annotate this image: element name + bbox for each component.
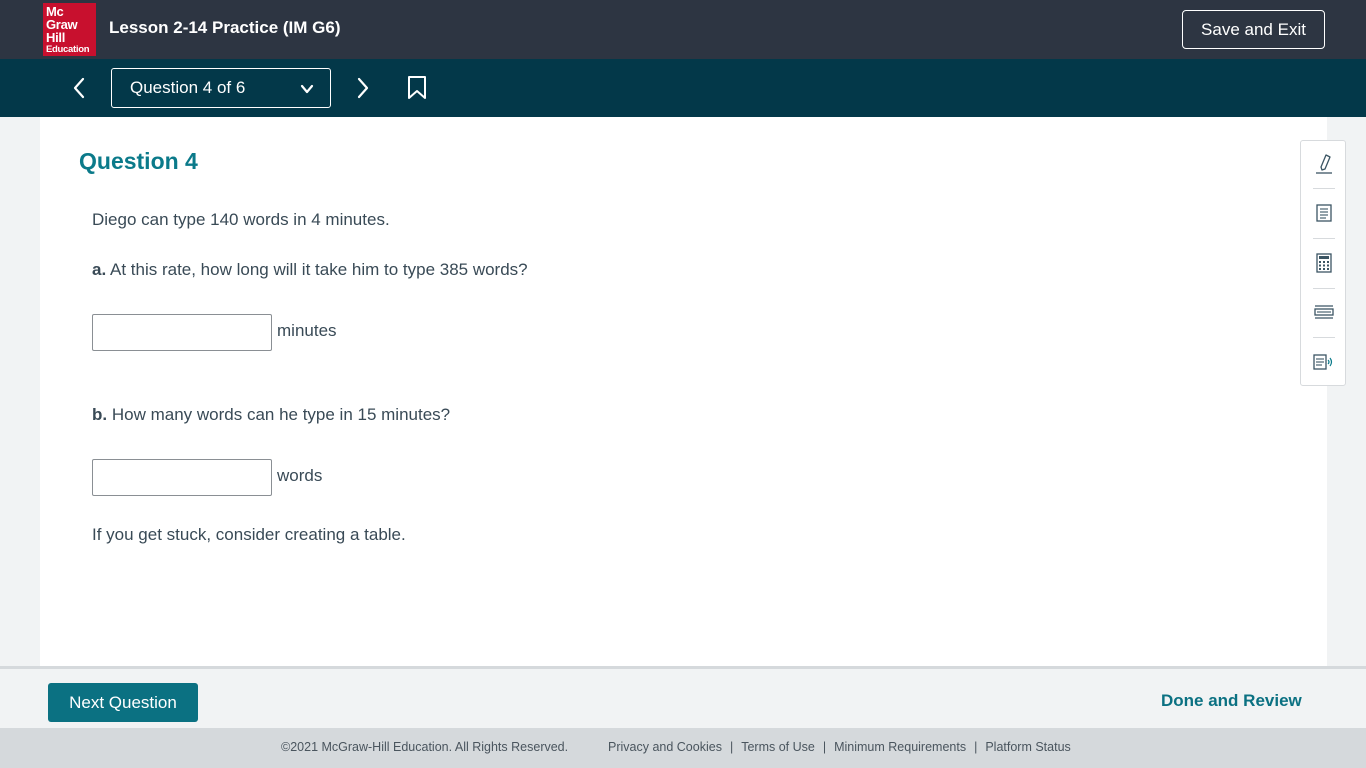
tool-divider: [1313, 337, 1335, 338]
line-reader-icon: [1314, 305, 1334, 319]
copyright-text: ©2021 McGraw-Hill Education. All Rights …: [281, 740, 569, 754]
previous-question-button[interactable]: [67, 76, 91, 100]
privacy-link[interactable]: Privacy and Cookies: [608, 740, 722, 754]
question-prompt: Diego can type 140 words in 4 minutes.: [92, 210, 390, 229]
chevron-down-icon: [300, 84, 314, 94]
bottom-action-bar: Next Question Done and Review: [0, 666, 1366, 728]
part-a-question: a. At this rate, how long will it take h…: [92, 260, 528, 280]
bookmark-button[interactable]: [407, 76, 427, 100]
part-b-label: b.: [92, 405, 108, 424]
page-title: Lesson 2-14 Practice (IM G6): [109, 18, 341, 37]
part-a-label: a.: [92, 260, 107, 279]
tool-divider: [1313, 238, 1335, 239]
mcgraw-hill-logo: Mc Graw Hill Education: [43, 3, 96, 56]
next-question-button[interactable]: Next Question: [48, 683, 198, 722]
tool-divider: [1313, 188, 1335, 189]
calculator-tool-button[interactable]: [1312, 251, 1336, 275]
save-and-exit-button[interactable]: Save and Exit: [1182, 10, 1325, 49]
question-nav-bar: Question 4 of 6: [0, 59, 1366, 117]
part-a-text: At this rate, how long will it take him …: [109, 260, 528, 279]
part-a-unit: minutes: [277, 321, 337, 340]
calculator-icon: [1316, 253, 1332, 273]
notes-tool-button[interactable]: [1312, 201, 1336, 225]
part-b-answer-input[interactable]: [92, 459, 272, 496]
tool-divider: [1313, 288, 1335, 289]
logo-line-4: Education: [46, 44, 90, 55]
requirements-link[interactable]: Minimum Requirements: [834, 740, 966, 754]
platform-status-link[interactable]: Platform Status: [985, 740, 1070, 754]
text-to-speech-icon: [1313, 354, 1333, 370]
highlighter-icon: [1316, 154, 1332, 174]
footer: ©2021 McGraw-Hill Education. All Rights …: [0, 728, 1366, 768]
terms-link[interactable]: Terms of Use: [741, 740, 815, 754]
part-b-text: How many words can he type in 15 minutes…: [111, 405, 451, 424]
question-card: Question 4 Diego can type 140 words in 4…: [40, 117, 1327, 666]
done-and-review-button[interactable]: Done and Review: [1161, 691, 1302, 711]
top-header: Mc Graw Hill Education Lesson 2-14 Pract…: [0, 0, 1366, 59]
text-to-speech-tool-button[interactable]: [1312, 350, 1336, 374]
tools-panel: [1300, 140, 1346, 386]
question-selector-label: Question 4 of 6: [130, 78, 246, 97]
bookmark-icon: [408, 76, 426, 99]
part-b-unit: words: [277, 466, 323, 485]
logo-line-3: Hill: [46, 30, 66, 45]
part-b-question: b. How many words can he type in 15 minu…: [92, 405, 450, 425]
question-heading: Question 4: [79, 148, 198, 174]
question-selector-dropdown[interactable]: Question 4 of 6: [111, 68, 331, 108]
chevron-left-icon: [73, 77, 85, 99]
highlighter-tool-button[interactable]: [1312, 152, 1336, 176]
hint-text: If you get stuck, consider creating a ta…: [92, 525, 406, 544]
footer-links: Privacy and Cookies | Terms of Use | Min…: [608, 740, 1071, 754]
link-separator: |: [822, 740, 827, 754]
notes-icon: [1316, 204, 1332, 222]
line-reader-tool-button[interactable]: [1312, 300, 1336, 324]
chevron-right-icon: [357, 77, 369, 99]
part-a-answer-input[interactable]: [92, 314, 272, 351]
link-separator: |: [729, 740, 734, 754]
link-separator: |: [974, 740, 978, 754]
next-question-arrow-button[interactable]: [351, 76, 375, 100]
